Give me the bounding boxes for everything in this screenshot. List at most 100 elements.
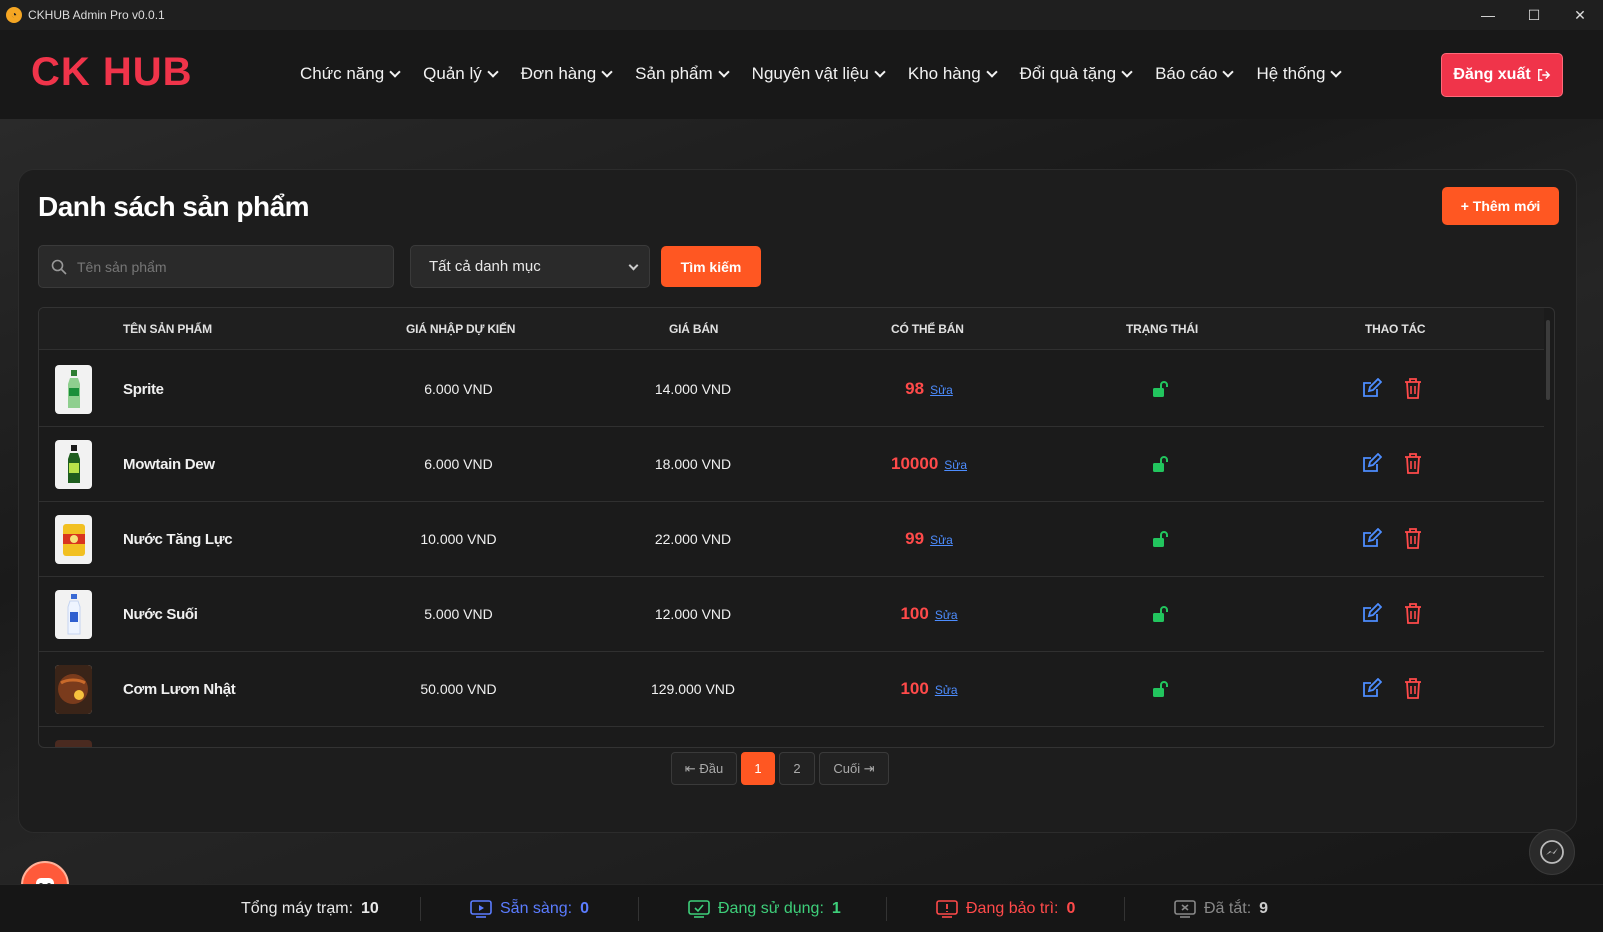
col-header-status: TRẠNG THÁI <box>1126 322 1198 336</box>
maximize-icon[interactable]: ☐ <box>1511 0 1557 30</box>
close-icon[interactable]: ✕ <box>1557 0 1603 30</box>
monitor-check-icon <box>688 900 710 918</box>
trash-icon[interactable] <box>1404 603 1422 624</box>
unlock-icon[interactable] <box>1151 455 1169 476</box>
search-input[interactable] <box>77 258 377 275</box>
table-row: Sprite 6.000 VND 14.000 VND 98 Sửa <box>39 351 1544 427</box>
nav-bao-cao[interactable]: Báo cáo <box>1155 64 1235 84</box>
edit-stock-link[interactable]: Sửa <box>935 683 958 697</box>
chevron-down-icon <box>389 66 401 78</box>
product-price: 18.000 VND <box>654 456 732 472</box>
product-name: Sprite <box>123 381 164 398</box>
nav-doi-qua-tang[interactable]: Đổi quà tặng <box>1020 64 1133 84</box>
minimize-icon[interactable]: — <box>1465 0 1511 30</box>
product-price: 14.000 VND <box>654 381 732 397</box>
ready-stations: Sẵn sàng: 0 <box>470 900 589 918</box>
trash-icon[interactable] <box>1404 378 1422 399</box>
product-thumbnail <box>55 440 92 489</box>
unlock-icon[interactable] <box>1151 680 1169 701</box>
nav-chuc-nang[interactable]: Chức năng <box>300 64 401 84</box>
chevron-down-icon <box>874 66 886 78</box>
add-new-button[interactable]: + Thêm mới <box>1442 187 1559 225</box>
page-1-button[interactable]: 1 <box>741 752 775 785</box>
product-stock: 99 Sửa <box>869 529 989 549</box>
trash-icon[interactable] <box>1404 528 1422 549</box>
status-bar: Tổng máy trạm: 10 Sẵn sàng: 0 Đang sử dụng… <box>0 884 1603 932</box>
stock-count: 10000 <box>891 454 939 473</box>
row-actions <box>1361 603 1422 624</box>
row-actions <box>1361 378 1422 399</box>
row-actions <box>1361 453 1422 474</box>
product-list-panel: Danh sách sản phẩm + Thêm mới Tất cả dan… <box>18 169 1577 833</box>
edit-stock-link[interactable]: Sửa <box>935 608 958 622</box>
product-stock: 10000 Sửa <box>869 454 989 474</box>
edit-stock-link[interactable]: Sửa <box>930 383 953 397</box>
stock-count: 98 <box>905 379 925 398</box>
product-cost: 10.000 VND <box>420 531 497 547</box>
product-name: Nước Suối <box>123 606 198 623</box>
table-header: TÊN SẢN PHẨM GIÁ NHẬP DỰ KIẾN GIÁ BÁN CÓ… <box>39 308 1544 350</box>
search-icon <box>51 259 67 275</box>
unlock-icon[interactable] <box>1151 380 1169 401</box>
col-header-price: GIÁ BÁN <box>669 322 719 336</box>
messenger-icon[interactable] <box>1529 829 1575 875</box>
search-field[interactable] <box>38 245 394 288</box>
page-2-button[interactable]: 2 <box>779 752 815 785</box>
category-select[interactable]: Tất cả danh mục <box>410 245 650 288</box>
edit-icon[interactable] <box>1361 678 1382 699</box>
nav-kho-hang[interactable]: Kho hàng <box>908 64 998 84</box>
inuse-stations: Đang sử dụng: 1 <box>688 900 841 918</box>
trash-icon[interactable] <box>1404 678 1422 699</box>
unlock-icon[interactable] <box>1151 530 1169 551</box>
page-title: Danh sách sản phẩm <box>38 191 310 222</box>
product-thumbnail <box>55 590 92 639</box>
total-stations: Tổng máy trạm: 10 <box>241 900 379 917</box>
window-title: CKHUB Admin Pro v0.0.1 <box>28 8 165 22</box>
chevron-down-icon <box>718 66 730 78</box>
table-row: Nước Suối 5.000 VND 12.000 VND 100 Sửa <box>39 576 1544 652</box>
main-nav: Chức năng Quản lý Đơn hàng Sản phẩm Nguy… <box>300 64 1364 84</box>
logout-icon <box>1537 69 1550 81</box>
table-row: Nước Tăng Lực 10.000 VND 22.000 VND 99 Sử… <box>39 501 1544 577</box>
nav-san-pham[interactable]: Sản phẩm <box>635 64 730 84</box>
edit-icon[interactable] <box>1361 528 1382 549</box>
nav-he-thong[interactable]: Hệ thống <box>1256 64 1343 84</box>
unlock-icon[interactable] <box>1151 605 1169 626</box>
edit-icon[interactable] <box>1361 378 1382 399</box>
chevron-down-icon <box>985 66 998 78</box>
first-page-button[interactable]: ⇤ Đầu <box>671 752 737 785</box>
table-scrollbar[interactable] <box>1546 320 1550 400</box>
product-price: 22.000 VND <box>654 531 732 547</box>
product-cost: 5.000 VND <box>424 606 493 622</box>
nav-don-hang[interactable]: Đơn hàng <box>521 64 613 84</box>
logout-button[interactable]: Đăng xuất <box>1441 53 1563 97</box>
search-button[interactable]: Tìm kiếm <box>661 246 761 287</box>
product-name: Nước Tăng Lực <box>123 531 233 548</box>
product-stock: 100 Sửa <box>869 679 989 699</box>
chevron-down-icon <box>1330 66 1343 78</box>
off-stations: Đã tắt: 9 <box>1174 900 1268 918</box>
window-titlebar: ◔ CKHUB Admin Pro v0.0.1 — ☐ ✕ <box>0 0 1603 30</box>
nav-nguyen-vat-lieu[interactable]: Nguyên vật liệu <box>752 64 886 84</box>
chevron-down-icon <box>1121 66 1133 78</box>
stock-count: 99 <box>905 529 925 548</box>
edit-icon[interactable] <box>1361 453 1382 474</box>
maintenance-stations: Đang bảo trì: 0 <box>936 900 1075 918</box>
col-header-cost: GIÁ NHẬP DỰ KIẾN <box>406 322 516 336</box>
edit-stock-link[interactable]: Sửa <box>930 533 953 547</box>
product-cost: 6.000 VND <box>424 456 493 472</box>
col-header-name: TÊN SẢN PHẨM <box>123 322 212 336</box>
app-icon: ◔ <box>6 7 22 23</box>
trash-icon[interactable] <box>1404 453 1422 474</box>
col-header-stock: CÓ THỂ BÁN <box>891 322 964 336</box>
edit-icon[interactable] <box>1361 603 1382 624</box>
product-thumbnail <box>55 665 92 714</box>
table-row: Cơm Lươn Nhật 50.000 VND 129.000 VND 100… <box>39 651 1544 727</box>
top-header: CK HUB Chức năng Quản lý Đơn hàng Sản ph… <box>0 30 1603 119</box>
last-page-button[interactable]: Cuối ⇥ <box>819 752 889 785</box>
brand-logo[interactable]: CK HUB <box>31 50 193 95</box>
nav-quan-ly[interactable]: Quản lý <box>423 64 499 84</box>
edit-stock-link[interactable]: Sửa <box>944 458 967 472</box>
chevron-down-icon <box>487 66 499 78</box>
product-table: TÊN SẢN PHẨM GIÁ NHẬP DỰ KIẾN GIÁ BÁN CÓ… <box>38 307 1555 748</box>
